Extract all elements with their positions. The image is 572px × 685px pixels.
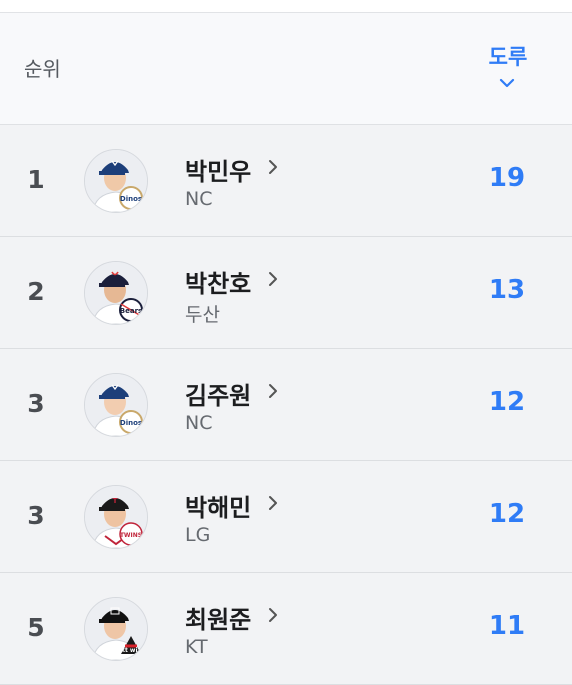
chevron-right-icon bbox=[269, 272, 277, 286]
team-name: NC bbox=[185, 412, 213, 434]
chevron-right-icon bbox=[269, 384, 277, 398]
player-name[interactable]: 박찬호 bbox=[185, 264, 251, 299]
player-row[interactable]: 2 Bears 박찬호 두산 13 bbox=[0, 237, 572, 349]
rank-number: 1 bbox=[27, 165, 45, 194]
stat-ranking-page: 순위 도루 1 Dinos 박민우 NC 19 2 Bears 박찬호 두산 1… bbox=[0, 0, 572, 685]
team-logo-text: Bears bbox=[120, 307, 142, 315]
rank-number: 3 bbox=[27, 501, 45, 530]
player-photo-icon: kt wiz bbox=[85, 598, 147, 660]
sort-column-label: 도루 bbox=[488, 45, 528, 69]
player-name[interactable]: 김주원 bbox=[185, 376, 251, 411]
player-avatar[interactable]: T TWINS bbox=[84, 485, 148, 549]
player-avatar[interactable]: kt wiz bbox=[84, 597, 148, 661]
table-header: 순위 도루 bbox=[0, 13, 572, 125]
rank-number: 3 bbox=[27, 389, 45, 418]
player-avatar[interactable]: Bears bbox=[84, 261, 148, 325]
rank-number: 2 bbox=[27, 277, 45, 306]
chevron-right-icon bbox=[269, 160, 277, 174]
rank-number: 5 bbox=[27, 613, 45, 642]
player-name[interactable]: 박민우 bbox=[185, 152, 251, 187]
player-photo-icon: Dinos bbox=[85, 150, 147, 212]
player-row[interactable]: 3 Dinos 김주원 NC 12 bbox=[0, 349, 572, 461]
team-name: KT bbox=[185, 636, 208, 658]
player-photo-icon: Dinos bbox=[85, 374, 147, 436]
player-photo-icon: Bears bbox=[85, 262, 147, 324]
player-name[interactable]: 박해민 bbox=[185, 488, 251, 523]
player-avatar[interactable]: Dinos bbox=[84, 373, 148, 437]
stat-value: 13 bbox=[488, 275, 526, 305]
player-row[interactable]: 3 T TWINS 박해민 LG 12 bbox=[0, 461, 572, 573]
top-divider bbox=[0, 0, 572, 13]
player-row[interactable]: 1 Dinos 박민우 NC 19 bbox=[0, 125, 572, 237]
chevron-down-icon bbox=[499, 78, 515, 88]
svg-text:T: T bbox=[113, 497, 118, 505]
team-name: LG bbox=[185, 524, 211, 546]
team-name: 두산 bbox=[185, 304, 220, 326]
stat-value: 12 bbox=[488, 499, 526, 529]
player-avatar[interactable]: Dinos bbox=[84, 149, 148, 213]
sort-column-header[interactable]: 도루 bbox=[486, 41, 530, 88]
team-name: NC bbox=[185, 188, 213, 210]
team-logo-text: TWINS bbox=[120, 532, 142, 539]
stat-value: 11 bbox=[488, 611, 526, 641]
team-logo-text: Dinos bbox=[120, 195, 142, 203]
team-logo-text: kt wiz bbox=[121, 647, 142, 654]
player-name[interactable]: 최원준 bbox=[185, 600, 251, 635]
player-photo-icon: T TWINS bbox=[85, 486, 147, 548]
player-row[interactable]: 5 kt wiz 최원준 KT 11 bbox=[0, 573, 572, 685]
stat-value: 12 bbox=[488, 387, 526, 417]
rank-column-header: 순위 bbox=[24, 57, 61, 81]
chevron-right-icon bbox=[269, 496, 277, 510]
team-logo-text: Dinos bbox=[120, 419, 142, 427]
stat-value: 19 bbox=[488, 163, 526, 193]
chevron-right-icon bbox=[269, 608, 277, 622]
